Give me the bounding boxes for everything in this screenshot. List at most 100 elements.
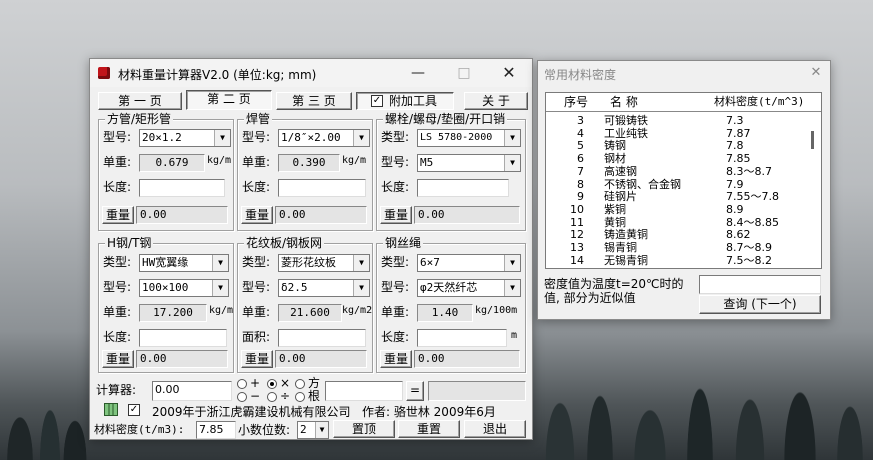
welded-pipe-weight-button[interactable]: 重量 <box>241 206 273 224</box>
calculator-operand-input[interactable] <box>325 381 403 401</box>
pattern-plate-weight-result: 0.00 <box>275 350 367 368</box>
op-square-radio[interactable] <box>295 379 305 389</box>
density-input[interactable]: 7.85 <box>196 421 236 439</box>
list-item[interactable]: 11 黄铜 8.4～8.85 <box>546 216 808 229</box>
row-no: 7 <box>577 164 584 178</box>
decimals-value: 2 <box>300 423 307 436</box>
bolt-model-select[interactable]: M5 ▼ <box>417 154 521 172</box>
density-search-input[interactable] <box>699 275 821 294</box>
list-item[interactable]: 4 工业纯铁 7.87 <box>546 126 808 140</box>
bolt-length-input[interactable] <box>417 179 509 197</box>
wire-rope-length-input[interactable] <box>417 329 507 347</box>
maximize-icon[interactable]: □ <box>441 59 487 87</box>
query-next-button[interactable]: 查询 (下一个) <box>699 295 821 314</box>
op-divide-radio[interactable] <box>267 392 277 402</box>
pattern-plate-type-select[interactable]: 菱形花纹板 ▼ <box>278 254 370 272</box>
density-list[interactable]: 序号 名 称 材料密度(t/m^3) 3 可锻铸铁 7.3 4 工业纯铁 7.87 5 铸钢 7… <box>545 92 822 269</box>
op-root-radio[interactable] <box>295 392 305 402</box>
pattern-plate-weight-button[interactable]: 重量 <box>241 350 273 368</box>
row-density: 8.3～8.7 <box>726 164 772 178</box>
h-steel-model-select[interactable]: 100×100 ▼ <box>139 279 229 297</box>
close-icon[interactable]: ✕ <box>802 61 830 85</box>
list-item[interactable]: 13 锡青铜 8.7～8.9 <box>546 242 808 254</box>
square-tube-model-select[interactable]: 20×1.2 ▼ <box>139 129 231 147</box>
row-density: 7.85 <box>726 152 751 166</box>
wire-rope-weight-button[interactable]: 重量 <box>380 350 412 368</box>
tab-page-1[interactable]: 第 一 页 <box>98 92 182 110</box>
list-item[interactable]: 6 钢材 7.85 <box>546 153 808 165</box>
h-steel-weight-button[interactable]: 重量 <box>102 350 134 368</box>
welded-pipe-length-input[interactable] <box>278 179 366 197</box>
minimize-icon[interactable]: — <box>395 59 441 87</box>
wire-rope-model-select[interactable]: φ2天然纤芯 ▼ <box>417 279 521 297</box>
decimals-label: 小数位数: <box>238 423 291 437</box>
list-item[interactable]: 8 不锈钢、合金钢 7.9 <box>546 177 808 191</box>
square-tube-title: 方管/矩形管 <box>105 112 174 126</box>
row-name: 锡青铜 <box>604 241 637 254</box>
op-multiply-radio[interactable] <box>267 379 277 389</box>
calculator-window: 材料重量计算器V2.0 (单位:kg; mm) — □ ✕ 第 一 页 第 二 … <box>89 58 533 440</box>
density-window-title: 常用材料密度 <box>544 68 617 82</box>
square-tube-weight-button[interactable]: 重量 <box>102 206 134 224</box>
list-item[interactable]: 14 无锡青铜 7.5～8.2 <box>546 254 808 267</box>
chevron-down-icon[interactable]: ▼ <box>353 280 369 296</box>
chevron-down-icon[interactable]: ▼ <box>504 130 520 146</box>
row-no: 9 <box>577 190 584 204</box>
row-name: 不锈钢、合金钢 <box>604 177 681 191</box>
addon-tools-checkbox[interactable]: ✓ <box>371 95 383 107</box>
h-steel-type-select[interactable]: HW宽翼缘 ▼ <box>139 254 229 272</box>
list-item[interactable]: 12 铸造黄铜 8.62 <box>546 229 808 241</box>
decimals-select[interactable]: 2 ▼ <box>297 421 329 439</box>
pattern-plate-type-value: 菱形花纹板 <box>281 256 336 269</box>
chevron-down-icon[interactable]: ▼ <box>504 155 520 171</box>
reset-button[interactable]: 重置 <box>398 420 460 438</box>
bolt-weight-button[interactable]: 重量 <box>380 206 412 224</box>
row-name: 工业纯铁 <box>604 126 648 140</box>
topmost-checkbox[interactable]: ✓ <box>128 404 140 416</box>
density-title-bar[interactable]: 常用材料密度 ✕ <box>538 61 830 85</box>
list-item[interactable]: 3 可锻铸铁 7.3 <box>546 115 808 127</box>
chevron-down-icon[interactable]: ▼ <box>504 280 520 296</box>
unit-weight-label: 单重: <box>242 155 271 169</box>
h-steel-length-input[interactable] <box>139 329 227 347</box>
model-label: 型号: <box>381 280 410 294</box>
h-steel-unit: kg/m <box>209 305 234 316</box>
welded-pipe-model-value: 1/8″×2.00 <box>281 131 341 144</box>
wire-rope-type-select[interactable]: 6×7 ▼ <box>417 254 521 272</box>
welded-pipe-weight-result: 0.00 <box>275 206 367 224</box>
op-minus-radio[interactable] <box>237 392 247 402</box>
exit-button[interactable]: 退出 <box>464 420 526 438</box>
calculator-input[interactable]: 0.00 <box>152 381 232 401</box>
company-credit: 2009年于浙江虎霸建设机械有限公司 <box>152 405 351 419</box>
chevron-down-icon[interactable]: ▼ <box>353 255 369 271</box>
title-bar[interactable]: 材料重量计算器V2.0 (单位:kg; mm) — □ ✕ <box>90 59 532 87</box>
calculator-grid-icon[interactable] <box>104 403 118 416</box>
chevron-down-icon[interactable]: ▼ <box>214 130 230 146</box>
close-icon[interactable]: ✕ <box>486 59 532 87</box>
op-plus-radio[interactable] <box>237 379 247 389</box>
pattern-plate-area-input[interactable] <box>278 329 366 347</box>
bolt-type-select[interactable]: LS 5780-2000 ▼ <box>417 129 521 147</box>
equals-button[interactable]: = <box>406 381 424 401</box>
pattern-plate-model-select[interactable]: δ2.5 ▼ <box>278 279 370 297</box>
top-button[interactable]: 置顶 <box>333 420 395 438</box>
tab-page-3[interactable]: 第 三 页 <box>276 92 352 110</box>
list-item[interactable]: 5 铸钢 7.8 <box>546 140 808 152</box>
chevron-down-icon[interactable]: ▼ <box>504 255 520 271</box>
chevron-down-icon[interactable]: ▼ <box>212 255 228 271</box>
list-item[interactable]: 7 高速钢 8.3～8.7 <box>546 164 808 178</box>
square-tube-length-input[interactable] <box>139 179 225 197</box>
unit-weight-label: 单重: <box>103 305 132 319</box>
about-button[interactable]: 关 于 <box>464 92 528 110</box>
chevron-down-icon[interactable]: ▼ <box>212 280 228 296</box>
addon-tools-toggle[interactable]: ✓ 附加工具 <box>356 92 454 110</box>
chevron-down-icon[interactable]: ▼ <box>315 422 328 438</box>
list-item[interactable]: 10 紫铜 8.9 <box>546 203 808 216</box>
list-item[interactable]: 9 硅钢片 7.55～7.8 <box>546 191 808 203</box>
wire-rope-model-value: φ2天然纤芯 <box>420 281 478 294</box>
chevron-down-icon[interactable]: ▼ <box>353 130 369 146</box>
bolt-type-value: LS 5780-2000 <box>420 132 493 143</box>
tab-page-2[interactable]: 第 二 页 <box>186 90 272 110</box>
welded-pipe-model-select[interactable]: 1/8″×2.00 ▼ <box>278 129 370 147</box>
scrollbar-thumb[interactable] <box>811 131 814 149</box>
